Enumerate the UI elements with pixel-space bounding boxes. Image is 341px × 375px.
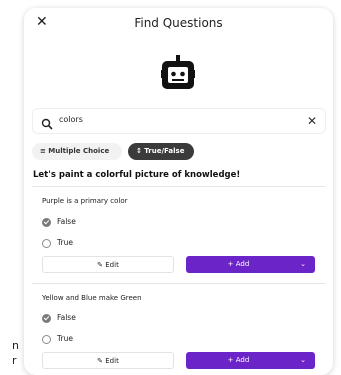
filter-multiple-choice[interactable]: ≡ Multiple Choice (32, 143, 122, 160)
radio-checked-icon (42, 313, 51, 323)
radio-unchecked-icon (42, 334, 51, 344)
answer-option[interactable]: False (42, 217, 76, 227)
dialog-title: Find Questions (134, 16, 223, 30)
robot-icon (161, 55, 195, 97)
answer-option[interactable]: False (42, 313, 76, 323)
edit-button[interactable]: ✎ Edit (42, 352, 174, 369)
question-text: Purple is a primary color (42, 197, 128, 205)
question-text: Yellow and Blue make Green (42, 294, 142, 302)
question-card: Purple is a primary color False True ✎ E… (32, 186, 325, 276)
add-button[interactable]: + Add ⌄ (186, 352, 315, 369)
tagline: Let's paint a colorful picture of knowle… (33, 170, 241, 180)
background-text: n (12, 339, 19, 352)
find-questions-dialog: ✕ Find Questions colors ✕ ≡ Multiple Cho… (24, 8, 333, 375)
search-input[interactable]: colors (59, 115, 83, 124)
radio-unchecked-icon (42, 238, 51, 248)
edit-button[interactable]: ✎ Edit (42, 256, 174, 273)
filter-true-false[interactable]: ↕ True/False (128, 143, 194, 160)
search-icon (41, 115, 55, 130)
radio-checked-icon (42, 217, 51, 227)
answer-option[interactable]: True (42, 238, 73, 248)
question-card: Yellow and Blue make Green False True ✎ … (32, 283, 325, 375)
search-bar[interactable]: colors ✕ (32, 108, 326, 134)
background-text: r (12, 354, 17, 367)
clear-search-button[interactable]: ✕ (307, 114, 317, 128)
chevron-down-icon[interactable]: ⌄ (300, 256, 306, 273)
chevron-down-icon[interactable]: ⌄ (300, 352, 306, 369)
answer-option[interactable]: True (42, 334, 73, 344)
add-button[interactable]: + Add ⌄ (186, 256, 315, 273)
dialog-header: ✕ Find Questions (24, 8, 333, 38)
